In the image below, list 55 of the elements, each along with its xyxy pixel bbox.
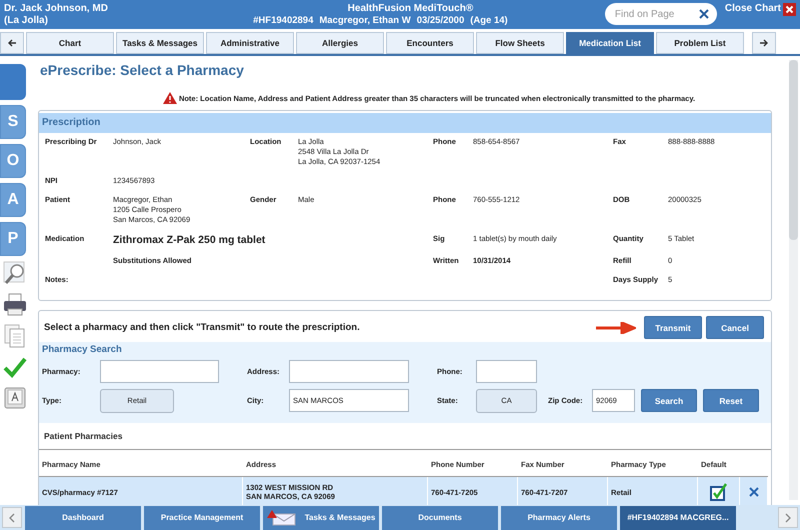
scroll-left-button[interactable] <box>0 32 24 54</box>
field-value: Zithromax Z-Pak 250 mg tablet <box>113 234 266 247</box>
section-title: Patient Pharmacies <box>39 423 771 450</box>
scroll-right-button[interactable] <box>752 32 776 54</box>
left-arrow-icon <box>7 38 17 48</box>
instruction-text: Select a pharmacy and then click "Transmit" to route the prescription. <box>44 322 361 333</box>
page-title: ePrescribe: Select a Pharmacy <box>40 62 245 80</box>
input-field[interactable] <box>476 360 537 383</box>
text-key-icon[interactable] <box>2 385 28 411</box>
action-button[interactable]: Transmit <box>644 316 702 339</box>
chart-number: #HF19402894 <box>253 15 314 27</box>
soap-button[interactable]: P <box>0 222 26 256</box>
warning-icon <box>162 92 177 104</box>
tab[interactable]: Tasks & Messages <box>116 32 204 54</box>
find-field[interactable]: Find on Page <box>604 3 717 25</box>
close-icon[interactable] <box>783 3 796 16</box>
delete-icon[interactable] <box>748 487 758 497</box>
tab[interactable]: Flow Sheets <box>476 32 564 54</box>
bottom-tab[interactable]: Documents <box>382 506 498 530</box>
tab[interactable]: Problem List <box>656 32 744 54</box>
section-title: Pharmacy Search <box>42 344 123 355</box>
left-chevron-icon <box>7 512 17 522</box>
input-field[interactable] <box>289 360 409 383</box>
printer-icon[interactable] <box>2 292 28 318</box>
bottom-tab[interactable]: #HF19402894 MACGREG... <box>620 506 736 530</box>
search-button[interactable]: Search <box>641 389 697 412</box>
soap-button[interactable]: S <box>0 105 26 139</box>
scrollbar-thumb[interactable] <box>789 60 798 240</box>
bottom-tab[interactable]: Practice Management <box>144 506 260 530</box>
checked-checkbox-icon[interactable] <box>710 483 728 501</box>
tab[interactable]: Encounters <box>386 32 474 54</box>
bottom-tab[interactable]: Dashboard <box>25 506 141 530</box>
soap-button[interactable]: O <box>0 144 26 178</box>
section-header: Prescription <box>39 113 771 133</box>
close-chart-link[interactable]: Close Chart <box>724 3 781 14</box>
tab[interactable]: Chart <box>26 32 114 54</box>
right-arrow-icon <box>759 38 769 48</box>
doctor-name: Dr. Jack Johnson, MD (La Jolla) <box>4 3 109 27</box>
tab[interactable]: Allergies <box>296 32 384 54</box>
clear-icon[interactable] <box>698 9 709 19</box>
app-title: HealthFusion MediTouch® <box>348 3 474 15</box>
tab[interactable]: Medication List <box>566 32 654 54</box>
patient-dob: 03/25/2000 <box>416 15 464 27</box>
scrollbar[interactable] <box>789 60 798 500</box>
arrow-icon <box>596 322 636 334</box>
tab[interactable]: Administrative <box>206 32 294 54</box>
action-button[interactable]: Cancel <box>706 316 764 339</box>
soap-button[interactable]: A <box>0 183 26 217</box>
reset-button[interactable]: Reset <box>703 389 759 412</box>
right-chevron-icon <box>783 512 793 522</box>
patient-age: (Age 14) <box>470 15 508 27</box>
patient-name: Macgregor, Ethan W <box>319 15 411 27</box>
bottom-tab[interactable]: Pharmacy Alerts <box>501 506 617 530</box>
input-field[interactable] <box>100 360 219 383</box>
bottom-tab[interactable]: Tasks & Messages <box>263 506 379 530</box>
